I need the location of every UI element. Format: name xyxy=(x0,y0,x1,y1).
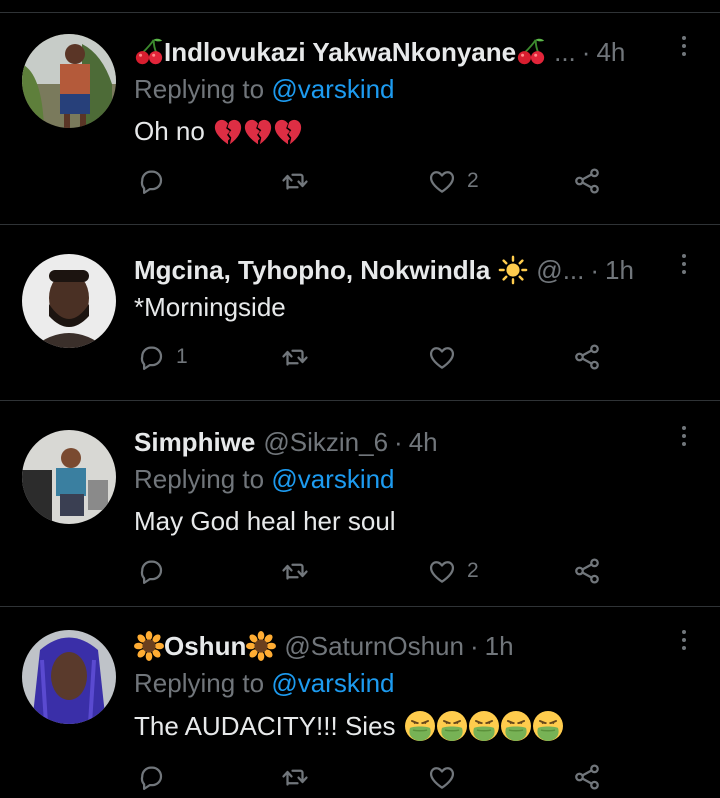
more-icon[interactable] xyxy=(678,254,690,284)
tweet-text: Oh no xyxy=(134,116,303,147)
reply-icon xyxy=(136,556,166,586)
vomiting-face-emoji xyxy=(500,710,532,742)
more-icon[interactable] xyxy=(678,630,690,660)
like-icon xyxy=(427,762,457,792)
avatar[interactable] xyxy=(22,34,116,128)
dot-separator: · xyxy=(469,630,479,661)
display-name[interactable]: Mgcina, Tyhopho, Nokwindla xyxy=(134,255,490,286)
share-button[interactable] xyxy=(572,166,602,196)
avatar[interactable] xyxy=(22,254,116,348)
tweet-text-content: The AUDACITY!!! Sies xyxy=(134,710,396,741)
vomiting-face-emoji xyxy=(532,710,564,742)
replying-to: Replying to @varskind xyxy=(134,74,395,105)
retweet-button[interactable] xyxy=(280,166,310,196)
replying-handle-link[interactable]: @varskind xyxy=(271,74,394,104)
reply-icon xyxy=(136,166,166,196)
display-name[interactable]: Simphiwe xyxy=(134,427,255,458)
reply-button[interactable] xyxy=(136,762,166,792)
handle[interactable]: @Sikzin_6 xyxy=(263,427,388,458)
like-button[interactable] xyxy=(427,342,457,372)
divider xyxy=(0,224,720,225)
like-icon xyxy=(427,342,457,372)
like-button[interactable]: 2 xyxy=(427,556,479,586)
vomiting-face-emoji xyxy=(436,710,468,742)
divider xyxy=(0,400,720,401)
share-button[interactable] xyxy=(572,556,602,586)
share-icon xyxy=(572,166,602,196)
like-count: 2 xyxy=(467,559,479,582)
timestamp[interactable]: 1h xyxy=(485,631,514,662)
share-icon xyxy=(572,556,602,586)
handle[interactable]: ... xyxy=(554,37,576,68)
retweet-icon xyxy=(280,556,310,586)
like-icon xyxy=(427,166,457,196)
action-bar: 1 xyxy=(0,342,720,378)
replying-label: Replying to xyxy=(134,464,265,494)
like-button[interactable]: 2 xyxy=(427,166,479,196)
timestamp[interactable]: 4h xyxy=(596,37,625,68)
tweet-text: May God heal her soul xyxy=(134,506,396,537)
divider-top xyxy=(0,12,720,13)
action-bar xyxy=(0,762,720,798)
sunflower-emoji xyxy=(246,631,276,661)
replying-label: Replying to xyxy=(134,74,265,104)
reply-button[interactable]: 1 xyxy=(136,342,188,372)
share-icon xyxy=(572,762,602,792)
avatar[interactable] xyxy=(22,630,116,724)
dot-separator: · xyxy=(394,426,403,457)
sunflower-emoji xyxy=(134,631,164,661)
retweet-button[interactable] xyxy=(280,556,310,586)
divider xyxy=(0,606,720,607)
tweet-text-content: May God heal her soul xyxy=(134,506,396,536)
broken-heart-emoji xyxy=(243,117,273,147)
reply-button[interactable] xyxy=(136,556,166,586)
replying-handle-link[interactable]: @varskind xyxy=(271,464,394,494)
like-icon xyxy=(427,556,457,586)
like-count: 2 xyxy=(467,169,479,192)
share-button[interactable] xyxy=(572,342,602,372)
dot-separator: · xyxy=(590,254,600,285)
vomiting-face-emoji xyxy=(404,710,436,742)
timestamp[interactable]: 4h xyxy=(409,427,438,458)
display-name[interactable]: Oshun xyxy=(164,631,246,662)
reply-icon xyxy=(136,342,166,372)
more-icon[interactable] xyxy=(678,36,690,66)
display-name[interactable]: Indlovukazi YakwaNkonyane xyxy=(164,37,516,68)
action-bar: 2 xyxy=(0,556,720,592)
more-icon[interactable] xyxy=(678,426,690,456)
retweet-button[interactable] xyxy=(280,762,310,792)
cherries-emoji xyxy=(134,37,164,67)
reply-button[interactable] xyxy=(136,166,166,196)
share-icon xyxy=(572,342,602,372)
retweet-icon xyxy=(280,166,310,196)
handle[interactable]: @SaturnOshun xyxy=(284,631,464,662)
dot-separator: · xyxy=(581,36,591,67)
replying-handle-link[interactable]: @varskind xyxy=(271,668,394,698)
tweet-text: *Morningside xyxy=(134,292,286,323)
retweet-icon xyxy=(280,762,310,792)
tweet-text-content: *Morningside xyxy=(134,292,286,322)
tweet-text-content: Oh no xyxy=(134,116,205,146)
replying-to: Replying to @varskind xyxy=(134,668,395,699)
handle[interactable]: @... xyxy=(536,255,584,286)
action-bar: 2 xyxy=(0,166,720,202)
like-button[interactable] xyxy=(427,762,457,792)
sun-emoji xyxy=(498,255,528,285)
reply-count: 1 xyxy=(176,345,188,368)
reply-icon xyxy=(136,762,166,792)
replying-label: Replying to xyxy=(134,668,265,698)
vomiting-face-emoji xyxy=(468,710,500,742)
replying-to: Replying to @varskind xyxy=(134,464,395,495)
timestamp[interactable]: 1h xyxy=(605,255,634,286)
broken-heart-emoji xyxy=(273,117,303,147)
tweet-text: The AUDACITY!!! Sies xyxy=(134,710,564,742)
avatar[interactable] xyxy=(22,430,116,524)
broken-heart-emoji xyxy=(213,117,243,147)
cherries-emoji xyxy=(516,37,546,67)
share-button[interactable] xyxy=(572,762,602,792)
retweet-icon xyxy=(280,342,310,372)
retweet-button[interactable] xyxy=(280,342,310,372)
